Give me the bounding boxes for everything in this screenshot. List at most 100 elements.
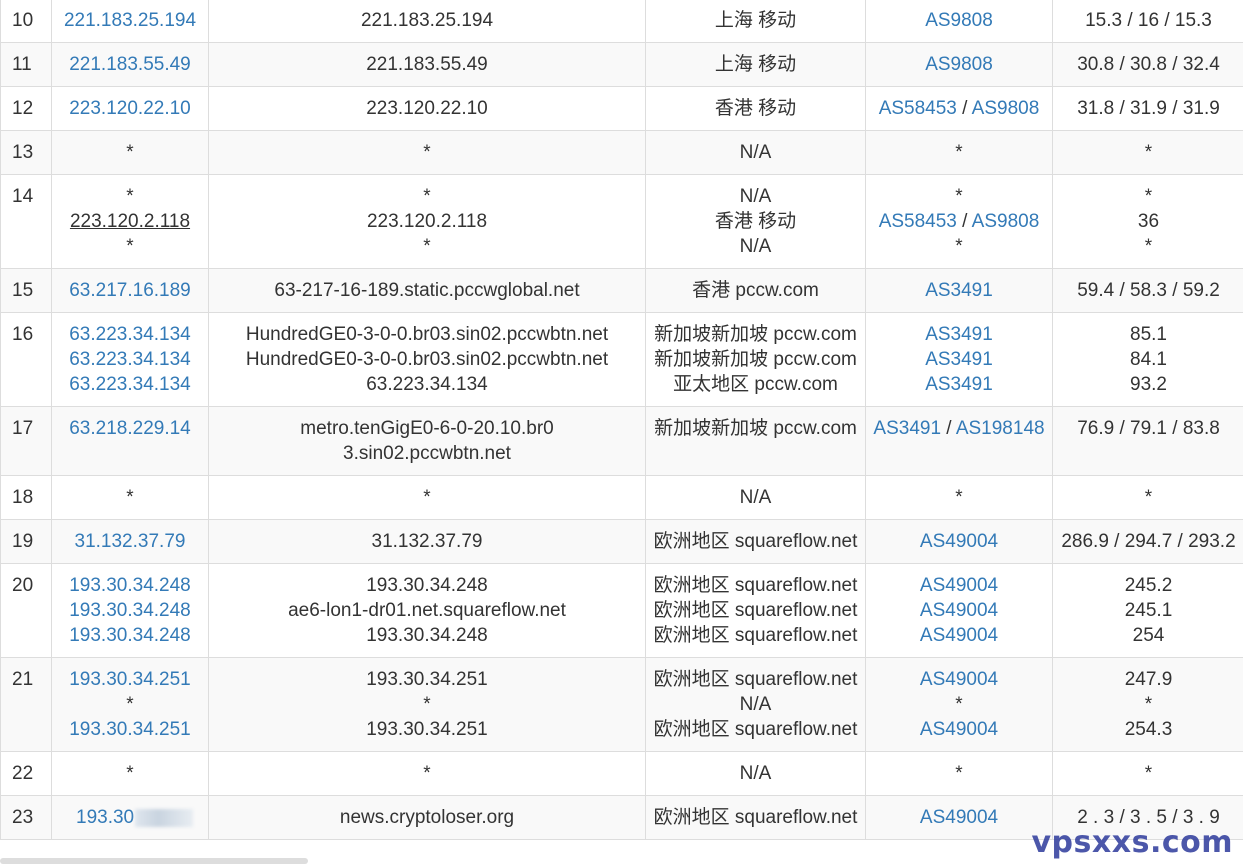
ip-cell: 63.218.229.14 <box>51 406 209 476</box>
location: 欧洲地区 squareflow.net <box>653 669 858 690</box>
hop-number-cell: 18 <box>0 475 52 520</box>
ip-link[interactable]: 193.30.34.248 <box>58 573 202 598</box>
asn-line: AS3491 <box>872 278 1046 303</box>
ip-link[interactable]: 221.183.25.194 <box>58 8 202 33</box>
hop-number: 13 <box>12 142 34 163</box>
asn-line: * <box>872 485 1046 510</box>
hostname: * <box>423 694 431 715</box>
asn-line: AS58453 / AS9808 <box>872 209 1046 234</box>
location: N/A <box>739 236 772 257</box>
horizontal-scrollbar[interactable] <box>0 858 308 864</box>
hop-row: 10 221.183.25.194 221.183.25.194 上海 移动 AS980… <box>0 0 1243 43</box>
hop-number-cell: 22 <box>0 751 52 796</box>
hop-number-cell: 19 <box>0 519 52 564</box>
asn-cell: AS3491 / AS198148 <box>865 406 1053 476</box>
hostname: 221.183.25.194 <box>360 10 494 31</box>
ip-link[interactable]: 31.132.37.79 <box>58 529 202 554</box>
hostname-cell: HundredGE0-3-0-0.br03.sin02.pccwbtn.net H… <box>208 312 646 407</box>
no-response-marker: * <box>955 694 963 715</box>
hostname-cell: 31.132.37.79 <box>208 519 646 564</box>
latency-cell: 76.9 / 79.1 / 83.8 <box>1052 406 1243 476</box>
asn-link[interactable]: AS3491 <box>925 280 993 301</box>
latency-cell: 245.2 245.1 254 <box>1052 563 1243 658</box>
asn-line: AS3491 <box>872 322 1046 347</box>
hop-row: 20 193.30.34.248 193.30.34.248 193.30.34.24… <box>0 563 1243 658</box>
asn-link[interactable]: AS49004 <box>920 719 998 740</box>
hostname-cell: * <box>208 475 646 520</box>
ip-link[interactable]: 193.30.34.251 <box>58 717 202 742</box>
location: 新加坡新加坡 pccw.com <box>654 418 857 439</box>
asn-link[interactable]: AS49004 <box>920 669 998 690</box>
no-response-marker: * <box>126 694 134 715</box>
location: N/A <box>739 763 772 784</box>
hostname: 63-217-16-189.static.pccwglobal.net <box>274 280 580 301</box>
asn-link[interactable]: AS3491 <box>925 324 993 345</box>
hop-number: 19 <box>12 531 34 552</box>
hop-row: 22 * * N/A * * <box>0 751 1243 796</box>
ip-cell: 31.132.37.79 <box>51 519 209 564</box>
hop-number-cell: 16 <box>0 312 52 407</box>
ip-link[interactable]: 63.223.34.134 <box>58 322 202 347</box>
ip-link[interactable]: 193.30.34.248 <box>58 623 202 648</box>
asn-link[interactable]: AS198148 <box>956 418 1045 439</box>
hostname: HundredGE0-3-0-0.br03.sin02.pccwbtn.net <box>245 349 609 370</box>
asn-separator: / <box>956 211 972 232</box>
hop-number-cell: 10 <box>0 0 52 43</box>
location-cell: N/A <box>645 130 866 175</box>
ip-link[interactable]: 221.183.55.49 <box>58 52 202 77</box>
no-response-marker: * <box>955 487 963 508</box>
asn-link[interactable]: AS9808 <box>925 10 993 31</box>
ip-link[interactable]: 193.30.34.248 <box>58 598 202 623</box>
no-response-marker: * <box>955 763 963 784</box>
hop-row: 16 63.223.34.134 63.223.34.134 63.223.34.13… <box>0 312 1243 407</box>
location-cell: 新加坡新加坡 pccw.com <box>645 406 866 476</box>
hop-number: 22 <box>12 763 34 784</box>
hop-number-cell: 12 <box>0 86 52 131</box>
location: N/A <box>739 694 772 715</box>
asn-line: AS49004 <box>872 805 1046 830</box>
asn-link[interactable]: AS9808 <box>972 211 1040 232</box>
asn-link[interactable]: AS3491 <box>925 349 993 370</box>
ip-cell: 63.217.16.189 <box>51 268 209 313</box>
asn-link[interactable]: AS58453 <box>879 98 957 119</box>
location-cell: 欧洲地区 squareflow.net 欧洲地区 squareflow.net 欧洲… <box>645 563 866 658</box>
asn-link[interactable]: AS3491 <box>925 374 993 395</box>
no-response-marker: * <box>955 236 963 257</box>
asn-link[interactable]: AS49004 <box>920 600 998 621</box>
asn-link[interactable]: AS9808 <box>925 54 993 75</box>
asn-link[interactable]: AS3491 <box>873 418 941 439</box>
latency-cell: 15.3 / 16 / 15.3 <box>1052 0 1243 43</box>
asn-link[interactable]: AS49004 <box>920 531 998 552</box>
latency: 254.3 <box>1124 719 1173 740</box>
location-cell: N/A <box>645 751 866 796</box>
hostname: 193.30.34.248 <box>366 625 488 646</box>
hop-row: 14 * 223.120.2.118 * * 223.120.2.118 * N/A 香港 移动… <box>0 174 1243 269</box>
ip-link[interactable]: 63.218.229.14 <box>58 416 202 441</box>
asn-link[interactable]: AS49004 <box>920 807 998 828</box>
ip-link[interactable]: 63.217.16.189 <box>58 278 202 303</box>
latency: 76.9 / 79.1 / 83.8 <box>1077 418 1220 439</box>
asn-link[interactable]: AS49004 <box>920 575 998 596</box>
ip-link[interactable]: 223.120.2.118 <box>58 209 202 234</box>
ip-cell: * <box>51 751 209 796</box>
ip-link[interactable]: 63.223.34.134 <box>58 347 202 372</box>
location-cell: 新加坡新加坡 pccw.com 新加坡新加坡 pccw.com 亚太地区 pccw.… <box>645 312 866 407</box>
hop-number-cell: 21 <box>0 657 52 752</box>
asn-separator: / <box>941 418 956 439</box>
hop-number-cell: 11 <box>0 42 52 87</box>
location: N/A <box>739 142 772 163</box>
asn-link[interactable]: AS49004 <box>920 625 998 646</box>
asn-line: AS49004 <box>872 623 1046 648</box>
asn-line: AS3491 <box>872 372 1046 397</box>
ip-link[interactable]: 223.120.22.10 <box>58 96 202 121</box>
hop-number: 14 <box>12 186 34 207</box>
ip-link[interactable]: 193.30 <box>76 805 134 830</box>
latency-cell: 286.9 / 294.7 / 293.2 <box>1052 519 1243 564</box>
latency: * <box>1144 142 1153 163</box>
ip-link[interactable]: 63.223.34.134 <box>58 372 202 397</box>
asn-link[interactable]: AS58453 <box>879 211 957 232</box>
ip-link[interactable]: 193.30.34.251 <box>58 667 202 692</box>
asn-link[interactable]: AS9808 <box>972 98 1040 119</box>
asn-line: * <box>872 761 1046 786</box>
latency: 85.1 <box>1130 324 1167 345</box>
